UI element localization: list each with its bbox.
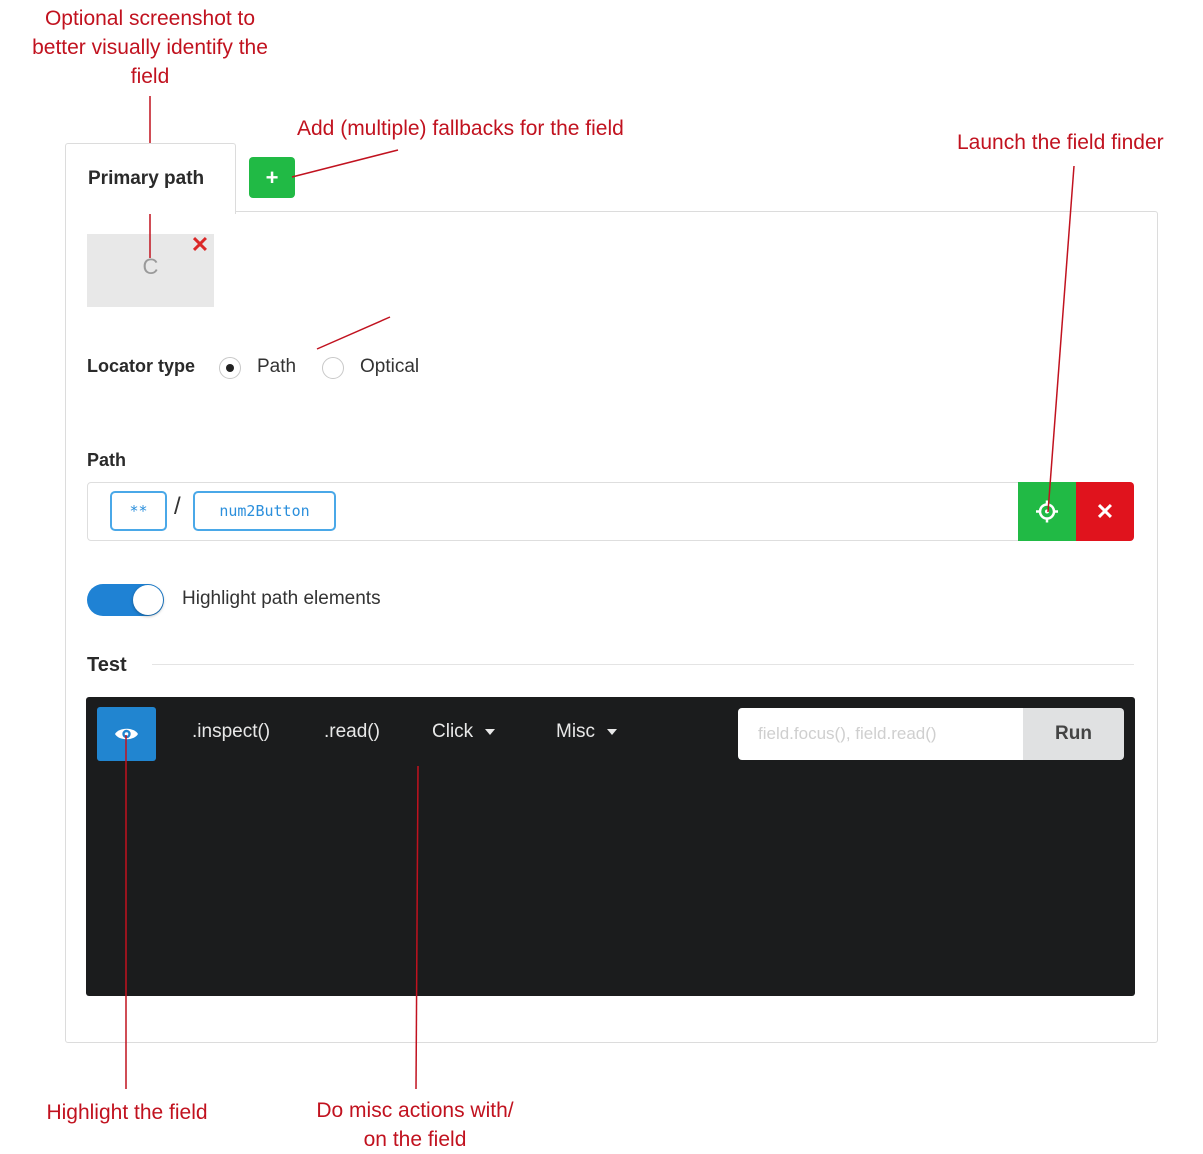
- highlight-path-label: Highlight path elements: [182, 588, 381, 609]
- annotation-fallbacks: Add (multiple) fallbacks for the field: [297, 114, 624, 143]
- annotation-misc-actions: Do misc actions with/ on the field: [290, 1096, 540, 1154]
- read-action[interactable]: .read(): [324, 721, 380, 743]
- annotation-line: Add (multiple) fallbacks for the field: [297, 117, 624, 140]
- radio-optical[interactable]: [322, 357, 344, 379]
- annotation-line: Highlight the field: [46, 1101, 208, 1124]
- read-action-label: .read(): [324, 721, 380, 742]
- highlight-path-toggle[interactable]: [87, 584, 164, 616]
- plus-icon: +: [265, 165, 279, 190]
- misc-dropdown[interactable]: Misc: [556, 721, 618, 743]
- tab-primary-path[interactable]: Primary path: [65, 143, 236, 214]
- run-button[interactable]: Run: [1023, 708, 1124, 760]
- command-input[interactable]: [738, 708, 1023, 760]
- chevron-down-icon: [607, 728, 618, 735]
- eye-icon: [115, 728, 138, 740]
- path-segment[interactable]: num2Button: [193, 491, 336, 531]
- path-separator: /: [174, 493, 181, 520]
- path-segment[interactable]: **: [110, 491, 167, 531]
- radio-path[interactable]: [219, 357, 241, 379]
- add-fallback-button[interactable]: +: [249, 157, 295, 198]
- close-icon: ✕: [190, 232, 210, 257]
- click-dropdown[interactable]: Click: [432, 721, 496, 743]
- close-icon: ✕: [1095, 499, 1115, 524]
- locator-type-label: Locator type: [87, 356, 196, 376]
- annotation-line: field: [130, 65, 170, 88]
- annotation-line: on the field: [363, 1128, 467, 1151]
- radio-selected-dot: [226, 364, 234, 372]
- annotation-line: better visually identify the: [32, 36, 268, 59]
- click-dropdown-label: Click: [432, 721, 474, 742]
- tab-label: Primary path: [88, 168, 205, 189]
- chevron-down-icon: [485, 728, 496, 735]
- annotation-screenshot: Optional screenshot to better visually i…: [0, 4, 300, 91]
- toggle-knob: [133, 585, 163, 615]
- annotation-line: Do misc actions with/: [316, 1099, 514, 1122]
- misc-dropdown-label: Misc: [556, 721, 596, 742]
- radio-path-label[interactable]: Path: [257, 356, 296, 378]
- screenshot-thumbnail-text: C: [142, 254, 159, 279]
- pointer-fallbacks: [291, 149, 399, 178]
- test-console: .inspect() .read() Click Misc Run: [86, 697, 1135, 996]
- annotation-field-finder: Launch the field finder: [957, 128, 1164, 157]
- inspect-action-label: .inspect(): [192, 721, 271, 742]
- annotation-highlight: Highlight the field: [22, 1098, 232, 1127]
- radio-optical-label[interactable]: Optical: [360, 356, 419, 378]
- test-section-title: Test: [87, 654, 127, 676]
- inspect-action[interactable]: .inspect(): [192, 721, 270, 743]
- annotation-line: Optional screenshot to: [44, 7, 256, 30]
- field-finder-button[interactable]: [1018, 482, 1076, 541]
- clear-path-button[interactable]: ✕: [1076, 482, 1134, 541]
- path-field[interactable]: ** / num2Button: [87, 482, 1021, 541]
- crosshair-icon: [1036, 500, 1058, 523]
- test-divider: [152, 664, 1134, 665]
- remove-screenshot-button[interactable]: ✕: [190, 234, 210, 256]
- highlight-field-button[interactable]: [97, 707, 156, 761]
- path-label: Path: [87, 450, 127, 470]
- annotation-line: Launch the field finder: [957, 131, 1164, 154]
